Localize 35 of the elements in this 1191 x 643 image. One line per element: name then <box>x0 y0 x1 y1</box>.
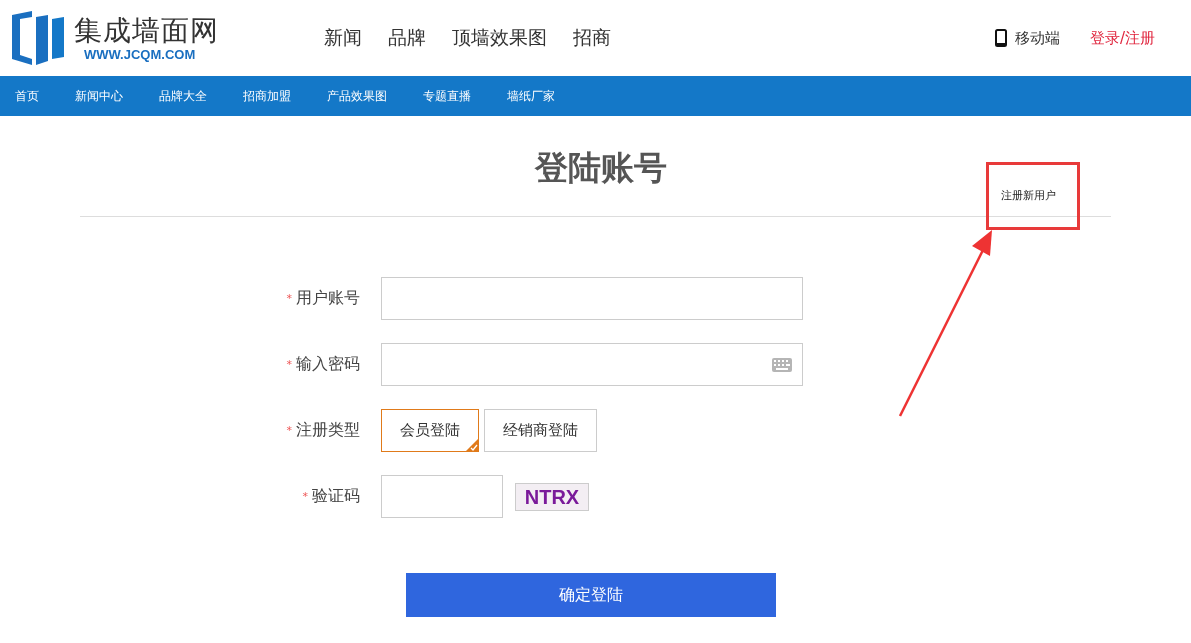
checkmark-icon <box>466 439 478 451</box>
register-link[interactable]: 注册新用户 <box>1001 188 1056 203</box>
required-mark: * <box>286 292 292 305</box>
option-button[interactable]: 经销商登陆 <box>484 409 597 452</box>
nav-link[interactable]: 招商加盟 <box>243 87 291 105</box>
nav-link[interactable]: 墙纸厂家 <box>507 87 555 105</box>
logo-url: WWW.JCQM.COM <box>83 46 197 62</box>
field-label: 注册类型 <box>296 420 360 441</box>
phone-icon <box>994 29 1007 47</box>
nav-link[interactable]: 新闻中心 <box>75 87 123 105</box>
keyboard-icon[interactable] <box>772 357 792 372</box>
option-button[interactable]: 会员登陆 <box>381 409 479 452</box>
menu-link[interactable]: 招商 <box>569 25 615 51</box>
captcha-image[interactable]: NTRX <box>515 482 589 511</box>
field-label: 验证码 <box>312 486 360 507</box>
nav-link[interactable]: 首页 <box>15 87 39 105</box>
nav-link[interactable]: 品牌大全 <box>159 87 207 105</box>
required-mark: * <box>286 358 292 371</box>
password-field[interactable] <box>381 343 803 386</box>
required-mark: * <box>302 490 308 503</box>
nav-link[interactable]: 专题直播 <box>423 87 471 105</box>
page-title: 登陆账号 <box>533 148 667 189</box>
nav-link[interactable]: 产品效果图 <box>327 87 387 105</box>
submit-button[interactable]: 确定登陆 <box>406 573 776 617</box>
field-label: 输入密码 <box>296 354 360 375</box>
input-field[interactable] <box>381 277 803 320</box>
field-label: 用户账号 <box>296 288 360 309</box>
menu-link[interactable]: 顶墙效果图 <box>448 25 551 51</box>
login-link[interactable]: 登录/注册 <box>1089 28 1155 48</box>
required-mark: * <box>286 424 292 437</box>
mobile-link[interactable]: 移动端 <box>994 28 1060 48</box>
menu-link[interactable]: 品牌 <box>384 25 430 51</box>
logo-title: 集成墙面网 <box>74 14 219 47</box>
captcha-field[interactable] <box>381 475 503 518</box>
menu-link[interactable]: 新闻 <box>320 25 366 51</box>
